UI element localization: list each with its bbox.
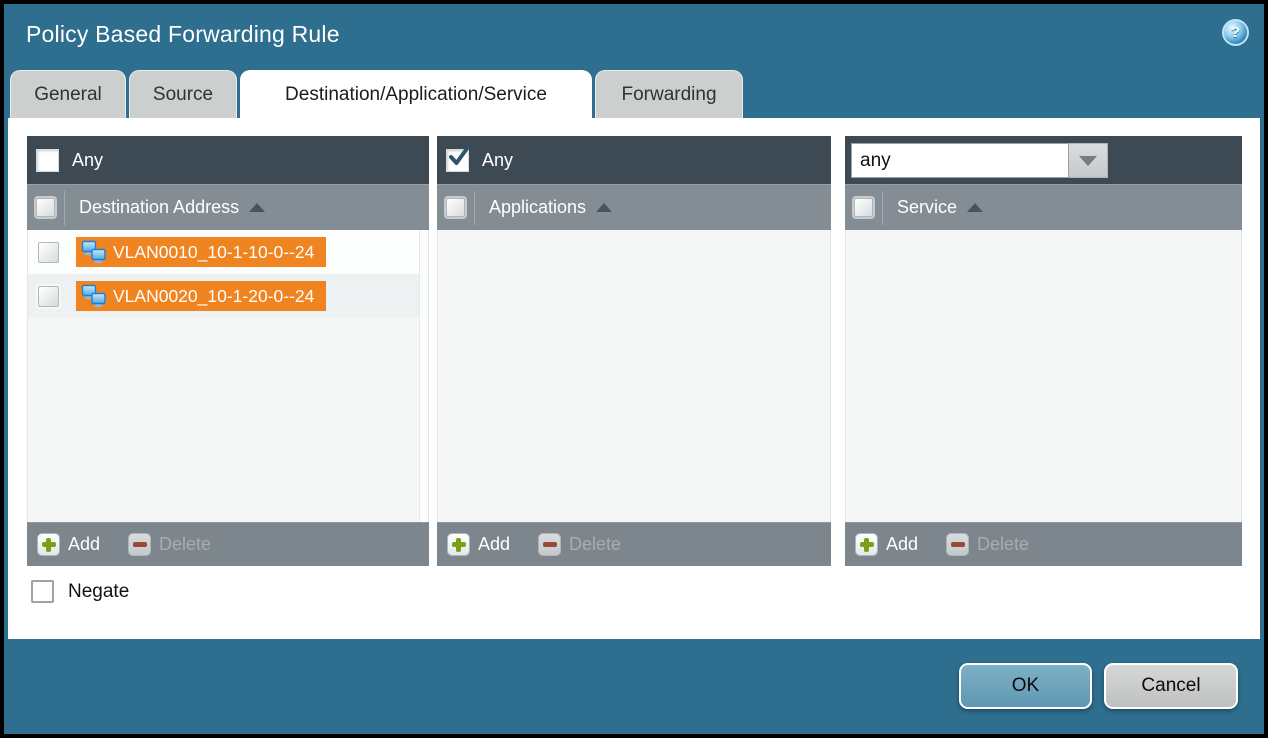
dropdown-button[interactable]	[1069, 143, 1108, 178]
destination-footer: Add Delete	[27, 522, 429, 566]
table-row[interactable]: VLAN0020_10-1-20-0--24	[28, 274, 419, 318]
service-dropdown	[851, 143, 1108, 178]
applications-any-bar: Any	[437, 136, 831, 184]
tab-destination-application-service[interactable]: Destination/Application/Service	[240, 70, 592, 118]
service-dropdown-input[interactable]	[851, 143, 1069, 178]
delete-icon[interactable]	[128, 533, 151, 556]
service-dropdown-bar	[845, 136, 1242, 184]
destination-address-header[interactable]: Destination Address	[27, 184, 429, 230]
applications-header-label: Applications	[489, 197, 586, 218]
row-checkbox[interactable]	[38, 242, 59, 263]
help-icon[interactable]: ?	[1222, 19, 1249, 46]
service-column: Service Add Delete	[845, 136, 1242, 566]
service-footer: Add Delete	[845, 522, 1242, 566]
destination-any-bar: Any	[27, 136, 429, 184]
cancel-button[interactable]: Cancel	[1104, 663, 1238, 709]
destination-any-checkbox[interactable]	[36, 149, 59, 172]
add-button[interactable]: Add	[886, 534, 918, 555]
service-list	[845, 230, 1242, 522]
applications-any-checkbox[interactable]	[446, 149, 469, 172]
destination-address-column: Any Destination Address	[27, 136, 429, 566]
checkbox-box[interactable]	[31, 580, 54, 603]
add-button[interactable]: Add	[68, 534, 100, 555]
service-select-all-checkbox[interactable]	[854, 198, 873, 217]
delete-button[interactable]: Delete	[569, 534, 621, 555]
tab-content-panel: Any Destination Address	[8, 118, 1260, 639]
sort-ascending-icon	[967, 203, 983, 212]
checkmark-icon	[448, 146, 470, 168]
destination-any-label: Any	[72, 150, 103, 171]
delete-icon[interactable]	[946, 533, 969, 556]
destination-address-list: VLAN0010_10-1-10-0--24 VLAN0020_10-1-20-…	[27, 230, 429, 522]
network-computers-icon	[81, 240, 107, 264]
applications-select-all-checkbox[interactable]	[446, 198, 465, 217]
chevron-down-icon	[1079, 156, 1097, 166]
service-header-label: Service	[897, 197, 957, 218]
policy-forwarding-dialog: Policy Based Forwarding Rule ? General S…	[4, 4, 1264, 734]
address-chip[interactable]: VLAN0010_10-1-10-0--24	[76, 237, 326, 267]
network-computers-icon	[81, 284, 107, 308]
delete-button[interactable]: Delete	[977, 534, 1029, 555]
sort-ascending-icon	[249, 203, 265, 212]
tab-bar: General Source Destination/Application/S…	[8, 70, 743, 118]
destination-select-all-checkbox[interactable]	[36, 198, 55, 217]
dialog-button-row: OK Cancel	[4, 663, 1264, 713]
scrollbar-track[interactable]	[419, 230, 428, 522]
tab-general[interactable]: General	[10, 70, 126, 118]
table-row[interactable]: VLAN0010_10-1-10-0--24	[28, 230, 419, 274]
add-icon[interactable]	[37, 533, 60, 556]
applications-column: Any Applications Add Delete	[437, 136, 831, 566]
address-name: VLAN0010_10-1-10-0--24	[113, 242, 314, 263]
add-button[interactable]: Add	[478, 534, 510, 555]
address-chip[interactable]: VLAN0020_10-1-20-0--24	[76, 281, 326, 311]
ok-button[interactable]: OK	[959, 663, 1092, 709]
add-icon[interactable]	[447, 533, 470, 556]
service-header[interactable]: Service	[845, 184, 1242, 230]
destination-address-header-label: Destination Address	[79, 197, 239, 218]
applications-any-label: Any	[482, 150, 513, 171]
tab-forwarding[interactable]: Forwarding	[595, 70, 743, 118]
applications-footer: Add Delete	[437, 522, 831, 566]
negate-checkbox[interactable]: Negate	[31, 580, 129, 603]
row-checkbox[interactable]	[38, 286, 59, 307]
sort-ascending-icon	[596, 203, 612, 212]
tab-source[interactable]: Source	[129, 70, 237, 118]
negate-label: Negate	[68, 581, 129, 603]
add-icon[interactable]	[855, 533, 878, 556]
address-name: VLAN0020_10-1-20-0--24	[113, 286, 314, 307]
delete-button[interactable]: Delete	[159, 534, 211, 555]
applications-list	[437, 230, 831, 522]
delete-icon[interactable]	[538, 533, 561, 556]
dialog-title: Policy Based Forwarding Rule	[26, 21, 340, 48]
applications-header[interactable]: Applications	[437, 184, 831, 230]
